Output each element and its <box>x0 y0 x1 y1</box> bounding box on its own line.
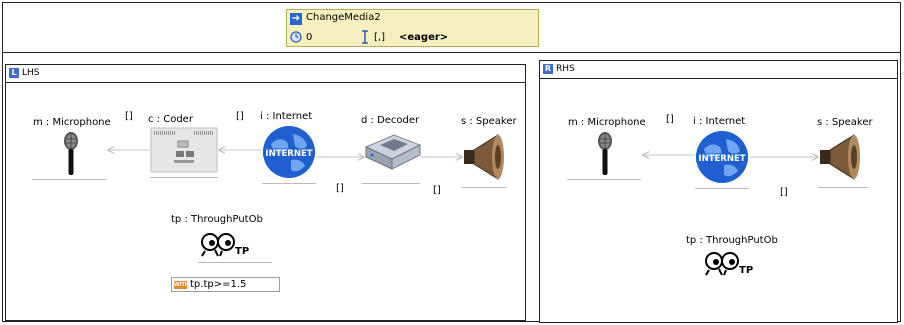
rhs-multiplicity-1: [] <box>666 114 674 125</box>
lhs-microphone-label: m : Microphone <box>33 117 111 128</box>
lhs-internet-label: i : Internet <box>260 111 313 122</box>
lhs-decoder-label: d : Decoder <box>361 115 420 126</box>
lhs-microphone-underline <box>32 179 106 180</box>
coder-icon[interactable] <box>150 127 218 173</box>
throughput-eyes-icon[interactable]: TP <box>704 250 754 276</box>
rhs-microphone-underline <box>567 179 641 180</box>
lhs-multiplicity-4: [] <box>433 185 441 196</box>
lhs-multiplicity-2: [] <box>236 111 244 122</box>
throughput-eyes-icon[interactable]: TP <box>200 231 250 257</box>
decoder-icon[interactable] <box>362 131 422 171</box>
internet-globe-icon[interactable]: INTERNET <box>261 124 317 180</box>
svg-text:TP: TP <box>739 265 753 276</box>
lhs-internet-underline <box>262 183 316 184</box>
svg-text:TP: TP <box>235 246 249 257</box>
lhs-speaker-label: s : Speaker <box>461 116 517 127</box>
lhs-throughput-underline <box>198 262 272 263</box>
lhs-decoder-underline <box>362 183 420 184</box>
svg-text:INTERNET: INTERNET <box>265 149 312 159</box>
rhs-speaker-underline <box>818 187 868 188</box>
constraint-expression: tp.tp>=1.5 <box>190 279 247 290</box>
rhs-microphone-label: m : Microphone <box>568 117 646 128</box>
rhs-internet-label: i : Internet <box>693 116 746 127</box>
speaker-icon[interactable] <box>818 132 862 182</box>
lhs-coder-underline <box>150 177 218 178</box>
rhs-internet-underline <box>695 188 749 189</box>
lhs-speaker-underline <box>462 187 506 188</box>
edge-layer <box>0 0 904 325</box>
with-constraint-icon: WITH <box>174 281 189 289</box>
lhs-multiplicity-3: [] <box>336 183 344 194</box>
rhs-throughput-label: tp : ThroughPutOb <box>686 235 778 246</box>
lhs-constraint[interactable]: WITH tp.tp>=1.5 <box>171 277 280 292</box>
lhs-throughput-label: tp : ThroughPutOb <box>171 214 263 225</box>
rhs-speaker-label: s : Speaker <box>817 117 873 128</box>
microphone-icon[interactable] <box>594 131 616 177</box>
internet-globe-icon[interactable]: INTERNET <box>694 129 750 185</box>
lhs-multiplicity-1: [] <box>125 111 133 122</box>
speaker-icon[interactable] <box>462 132 506 182</box>
lhs-coder-label: c : Coder <box>148 114 193 125</box>
rhs-multiplicity-2: [] <box>780 187 788 198</box>
svg-text:INTERNET: INTERNET <box>698 154 745 164</box>
microphone-icon[interactable] <box>60 131 82 177</box>
